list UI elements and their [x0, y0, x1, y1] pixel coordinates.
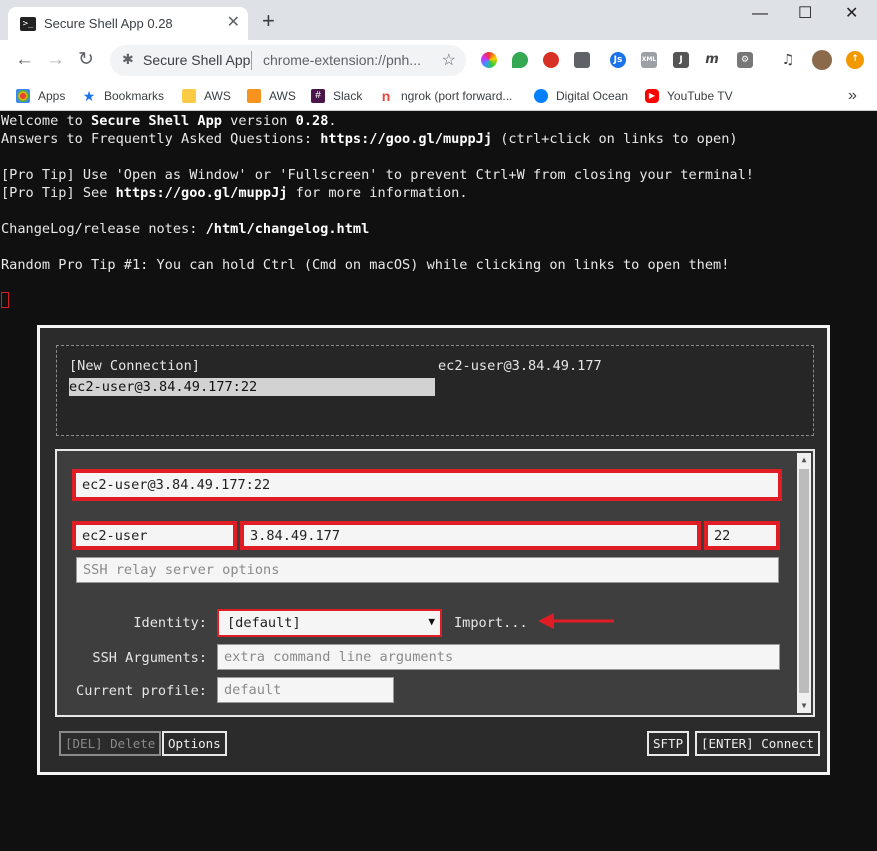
apps-grid-icon	[16, 89, 30, 103]
dropdown-arrow-icon: ▼	[428, 615, 435, 628]
forward-button[interactable]: →	[46, 49, 65, 71]
profile-list: [New Connection] ec2-user@3.84.49.177:22…	[56, 345, 814, 436]
ngrok-icon: n	[381, 88, 391, 104]
ssh-arguments-field[interactable]: extra command line arguments	[217, 644, 780, 670]
terminal-line: [Pro Tip] See https://goo.gl/muppJj for …	[1, 185, 468, 201]
changelog-link[interactable]: /html/changelog.html	[206, 221, 370, 237]
scroll-up-icon[interactable]: ▲	[797, 453, 811, 467]
j-extension-icon[interactable]: J	[673, 52, 689, 68]
tab-title: Secure Shell App 0.28	[44, 16, 173, 31]
avatar[interactable]	[812, 50, 832, 70]
delete-button[interactable]: [DEL] Delete	[59, 731, 162, 756]
bookmark-apps[interactable]: Apps	[16, 81, 65, 111]
username-field[interactable]: ec2-user	[72, 521, 237, 550]
browser-toolbar: ← → ↻ ✱ Secure Shell App chrome-extensio…	[0, 40, 877, 81]
info-link[interactable]: https://goo.gl/muppJj	[116, 185, 288, 201]
digital-ocean-icon	[534, 89, 548, 103]
identity-value: [default]	[227, 615, 301, 631]
terminal-line: Answers to Frequently Asked Questions: h…	[1, 131, 738, 147]
bookmark-label: Apps	[38, 89, 66, 103]
bookmark-slack[interactable]: # Slack	[311, 81, 362, 111]
options-button[interactable]: Options	[162, 731, 227, 756]
update-arrow-icon[interactable]: ↑	[846, 51, 864, 69]
dashboard-extension-icon[interactable]	[574, 52, 590, 68]
red-arrow-icon	[538, 613, 614, 629]
profile-selected[interactable]: ec2-user@3.84.49.177:22	[69, 378, 435, 396]
identity-select[interactable]: [default] ▼	[217, 609, 442, 637]
bookmarks-bar: Apps ★ Bookmarks AWS AWS # Slack n ngrok…	[0, 81, 877, 111]
form-scrollbar[interactable]: ▲ ▼	[797, 453, 811, 713]
omnibox-divider	[251, 51, 252, 70]
slack-icon: #	[311, 89, 325, 103]
youtube-icon: ▶	[645, 89, 659, 103]
relay-options-field[interactable]: SSH relay server options	[76, 557, 779, 583]
terminal-line: ChangeLog/release notes: /html/changelog…	[1, 221, 370, 237]
bookmark-label: AWS	[269, 89, 296, 103]
reload-button[interactable]: ↻	[78, 49, 94, 71]
bookmark-label: YouTube TV	[667, 89, 733, 103]
color-picker-extension-icon[interactable]	[481, 52, 497, 68]
aws-cube-icon	[247, 89, 261, 103]
profile-secondary-label: ec2-user@3.84.49.177	[438, 358, 602, 374]
star-icon: ★	[82, 88, 96, 104]
maximize-button[interactable]: ☐	[798, 4, 812, 24]
connection-form: ec2-user@3.84.49.177:22 ec2-user 3.84.49…	[55, 449, 815, 717]
bookmark-aws-folder[interactable]: AWS	[182, 81, 231, 111]
gear-extension-icon[interactable]: ⚙	[737, 52, 753, 68]
terminal-line: Random Pro Tip #1: You can hold Ctrl (Cm…	[1, 257, 730, 273]
bookmark-label: Bookmarks	[104, 89, 165, 103]
bookmark-youtube-tv[interactable]: ▶ YouTube TV	[645, 81, 733, 111]
xml-extension-icon[interactable]: XML	[641, 52, 657, 68]
terminal-cursor	[1, 292, 9, 308]
bookmark-star-icon[interactable]: ☆	[442, 50, 456, 70]
bookmark-digital-ocean[interactable]: Digital Ocean	[534, 81, 628, 111]
window-titlebar: >_ Secure Shell App 0.28 ✕ + — ☐ ✕	[0, 0, 877, 40]
folder-icon	[182, 89, 196, 103]
bookmark-label: Digital Ocean	[556, 89, 629, 103]
profile-new-connection[interactable]: [New Connection]	[69, 358, 200, 374]
terminal-line: [Pro Tip] Use 'Open as Window' or 'Fulls…	[1, 167, 754, 183]
tab-close-icon[interactable]: ✕	[227, 14, 240, 32]
faq-link[interactable]: https://goo.gl/muppJj	[320, 131, 492, 147]
js-extension-icon[interactable]: Js	[610, 52, 626, 68]
extension-puzzle-icon: ✱	[122, 51, 134, 67]
connect-button[interactable]: [ENTER] Connect	[695, 731, 820, 756]
address-bar[interactable]: ✱ Secure Shell App chrome-extension://pn…	[110, 45, 466, 76]
destination-field[interactable]: ec2-user@3.84.49.177:22	[72, 469, 782, 501]
new-tab-button[interactable]: +	[262, 10, 275, 32]
hostname-field[interactable]: 3.84.49.177	[240, 521, 701, 550]
ssh-arguments-label: SSH Arguments:	[92, 650, 207, 666]
sftp-button[interactable]: SFTP	[647, 731, 690, 756]
bookmarks-overflow-button[interactable]: »	[848, 81, 857, 111]
minimize-button[interactable]: —	[752, 4, 768, 24]
bookmark-label: AWS	[204, 89, 231, 103]
current-profile-label: Current profile:	[76, 683, 207, 699]
import-button[interactable]: Import...	[454, 615, 528, 631]
browser-tab[interactable]: >_ Secure Shell App 0.28 ✕	[8, 7, 248, 40]
scrollbar-thumb[interactable]	[799, 469, 809, 693]
terminal-line: Welcome to Secure Shell App version 0.28…	[1, 113, 337, 129]
scroll-down-icon[interactable]: ▼	[797, 699, 811, 713]
url-text[interactable]: chrome-extension://pnh...	[263, 52, 421, 68]
map-pin-extension-icon[interactable]	[512, 52, 528, 68]
current-profile-field[interactable]: default	[217, 677, 394, 703]
terminal-icon: >_	[20, 17, 36, 31]
bookmark-label: ngrok (port forward...	[401, 89, 513, 103]
bookmark-aws[interactable]: AWS	[247, 81, 296, 111]
bookmark-bookmarks[interactable]: ★ Bookmarks	[82, 81, 164, 111]
identity-label: Identity:	[133, 615, 207, 631]
site-name: Secure Shell App	[143, 52, 251, 68]
close-window-button[interactable]: ✕	[845, 4, 858, 24]
back-button[interactable]: ←	[15, 49, 34, 71]
cc-extension-icon[interactable]	[543, 52, 559, 68]
connection-dialog: [New Connection] ec2-user@3.84.49.177:22…	[37, 325, 830, 775]
port-field[interactable]: 22	[704, 521, 780, 550]
bookmark-ngrok[interactable]: n ngrok (port forward...	[379, 81, 513, 111]
bookmark-label: Slack	[333, 89, 363, 103]
media-control-icon[interactable]: ♫	[780, 52, 796, 68]
m-extension-icon[interactable]: m	[704, 52, 720, 68]
